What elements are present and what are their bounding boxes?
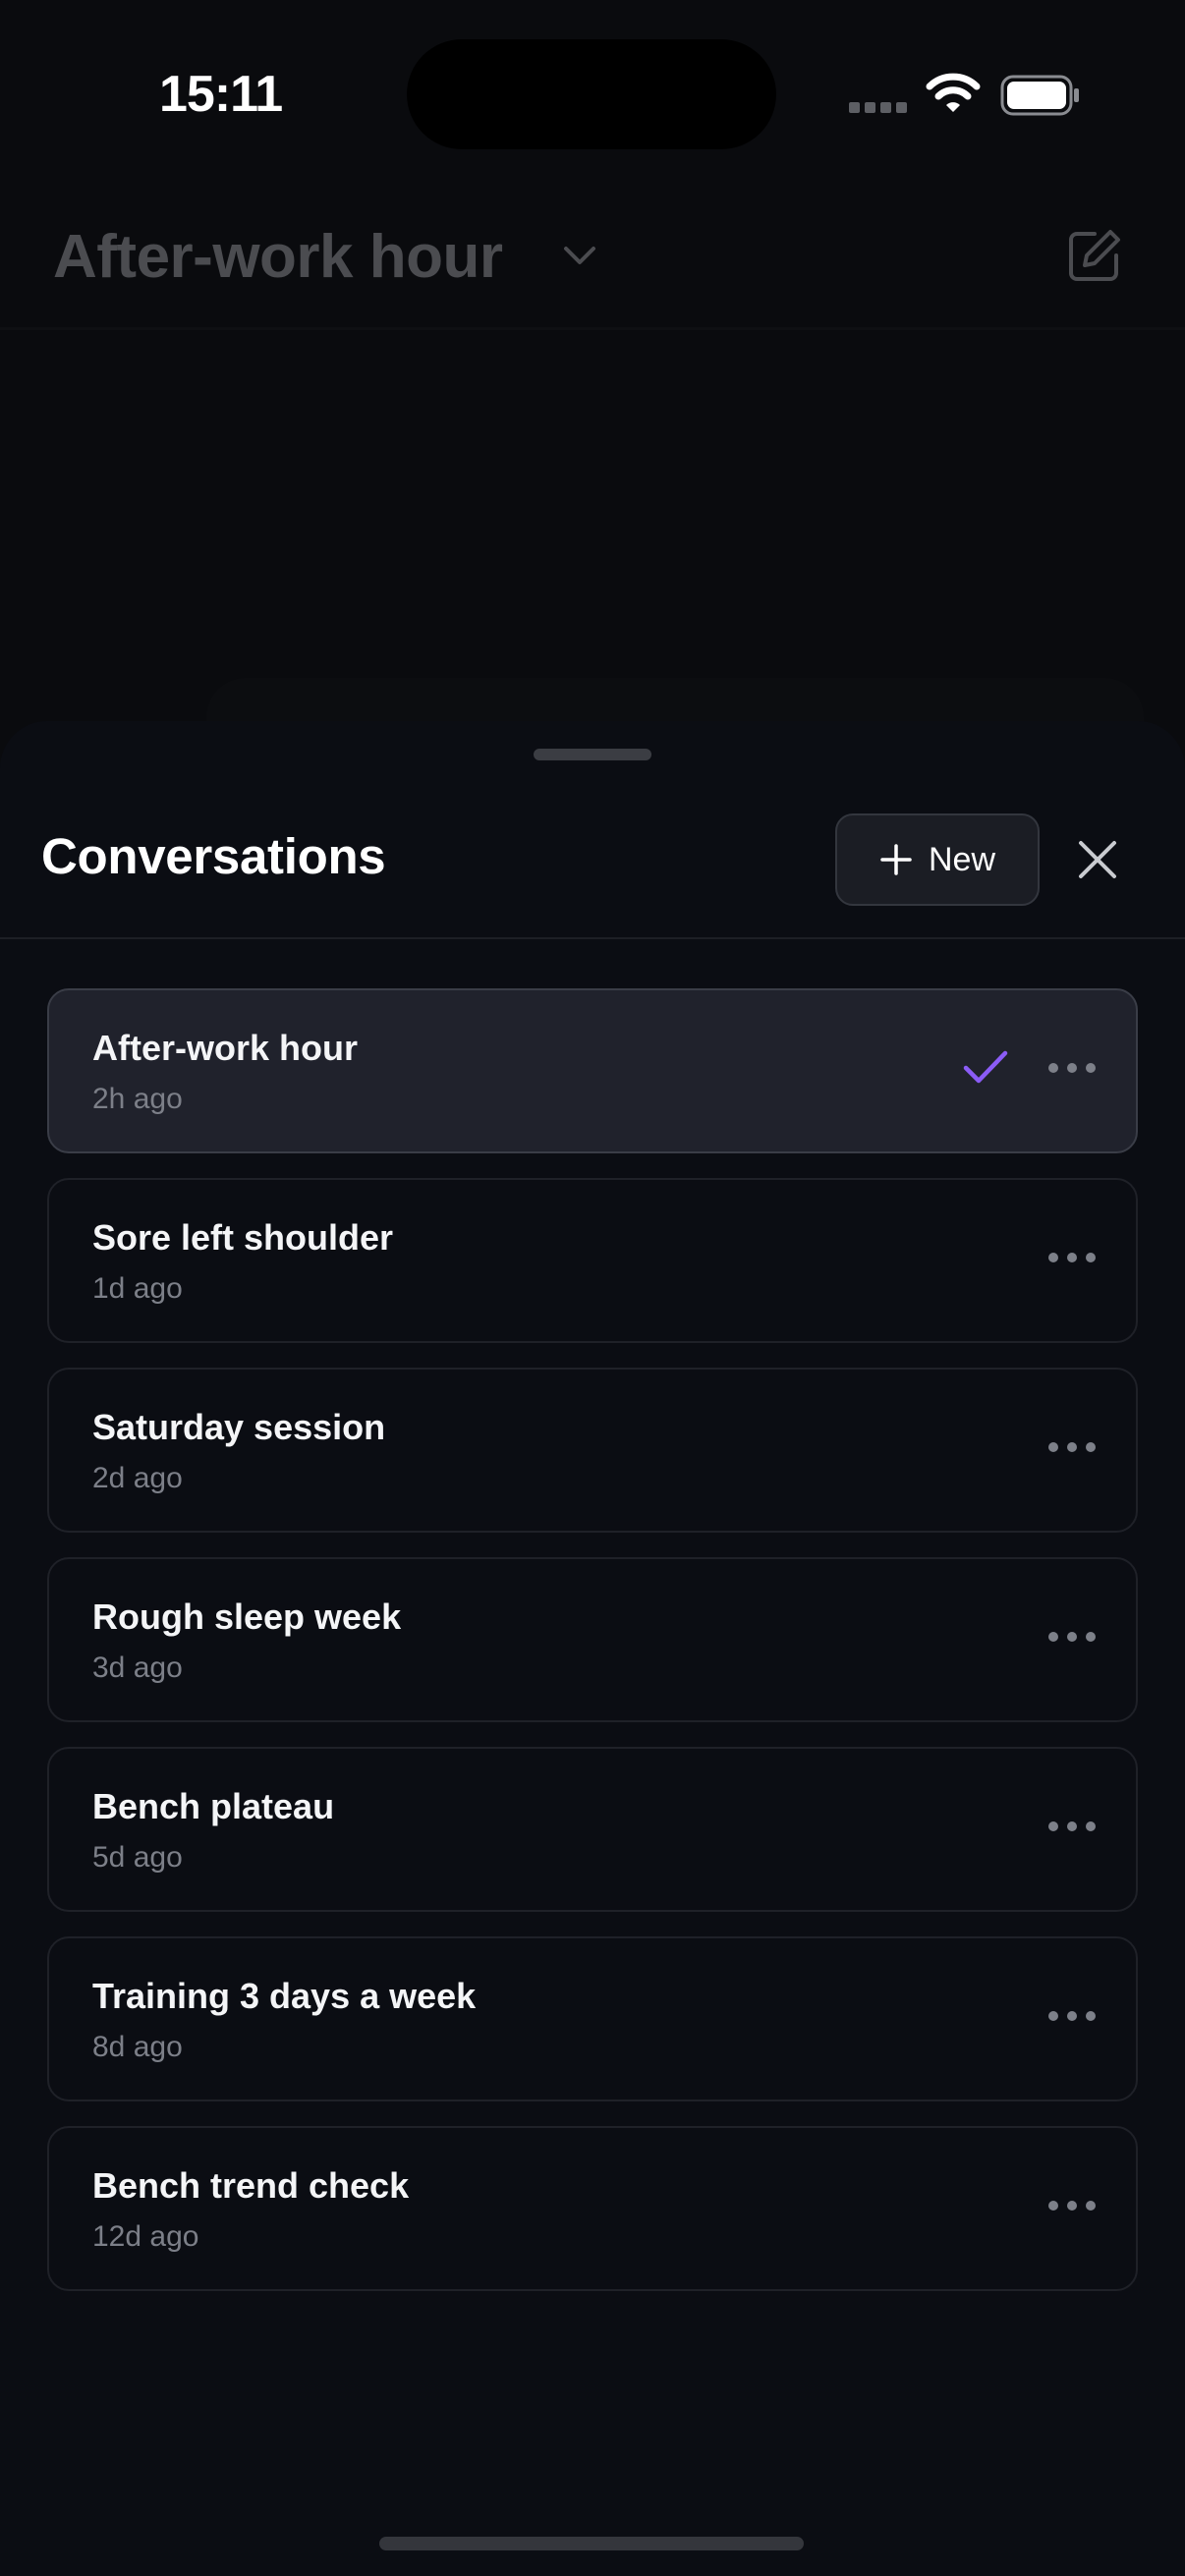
conversations-sheet: Conversations New After-work hour 2h ago	[0, 721, 1185, 2576]
conversation-item[interactable]: Saturday session 2d ago	[47, 1368, 1138, 1533]
sheet-divider	[0, 937, 1185, 939]
more-options-icon[interactable]	[1047, 2009, 1097, 2023]
status-bar: 15:11	[0, 0, 1185, 187]
conversation-item-time: 5d ago	[92, 1841, 183, 1874]
conversation-list: After-work hour 2h ago Sore left shoulde…	[47, 988, 1138, 2316]
conversation-item-time: 2d ago	[92, 1462, 183, 1494]
conversation-item[interactable]: Bench plateau 5d ago	[47, 1747, 1138, 1912]
conversation-item-title: Rough sleep week	[92, 1596, 402, 1637]
more-options-icon[interactable]	[1047, 1251, 1097, 1264]
conversation-item-title: Training 3 days a week	[92, 1976, 477, 2016]
more-options-icon[interactable]	[1047, 1820, 1097, 1833]
conversation-item-time: 12d ago	[92, 2220, 199, 2253]
conversation-item-time: 8d ago	[92, 2031, 183, 2063]
sheet-grabber[interactable]	[534, 749, 651, 760]
app-header: After-work hour	[0, 187, 1185, 330]
conversation-item[interactable]: Rough sleep week 3d ago	[47, 1557, 1138, 1722]
conversation-item-title: After-work hour	[92, 1028, 358, 1068]
conversation-title[interactable]: After-work hour	[53, 222, 503, 292]
conversation-item-title: Saturday session	[92, 1407, 386, 1447]
conversation-item-title: Bench trend check	[92, 2165, 410, 2206]
more-options-icon[interactable]	[1047, 1630, 1097, 1644]
conversation-item-title: Sore left shoulder	[92, 1217, 394, 1258]
conversation-item-title: Bench plateau	[92, 1786, 335, 1826]
cellular-signal-icon	[849, 102, 908, 114]
close-icon[interactable]	[1077, 839, 1118, 880]
conversation-item[interactable]: Sore left shoulder 1d ago	[47, 1178, 1138, 1343]
chevron-down-icon[interactable]	[560, 241, 599, 270]
checkmark-icon	[963, 1050, 1008, 1084]
dynamic-island	[407, 39, 776, 149]
more-options-icon[interactable]	[1047, 2199, 1097, 2212]
battery-full-icon	[1000, 75, 1079, 116]
more-options-icon[interactable]	[1047, 1440, 1097, 1454]
conversation-item[interactable]: After-work hour 2h ago	[47, 988, 1138, 1153]
conversation-item-time: 3d ago	[92, 1652, 183, 1684]
conversation-item[interactable]: Training 3 days a week 8d ago	[47, 1936, 1138, 2101]
sheet-title: Conversations	[41, 828, 386, 884]
home-indicator	[379, 2537, 804, 2550]
wifi-icon	[926, 73, 981, 112]
new-conversation-button[interactable]: New	[835, 813, 1040, 906]
more-options-icon[interactable]	[1047, 1061, 1097, 1075]
new-button-label: New	[928, 840, 996, 878]
conversation-item-time: 1d ago	[92, 1272, 183, 1305]
conversation-item[interactable]: Bench trend check 12d ago	[47, 2126, 1138, 2291]
compose-edit-icon[interactable]	[1065, 226, 1124, 285]
plus-icon	[880, 844, 912, 875]
status-time: 15:11	[159, 66, 283, 123]
screen: 15:11 After-work hour Conversations New …	[0, 0, 1185, 2576]
conversation-item-time: 2h ago	[92, 1083, 183, 1115]
